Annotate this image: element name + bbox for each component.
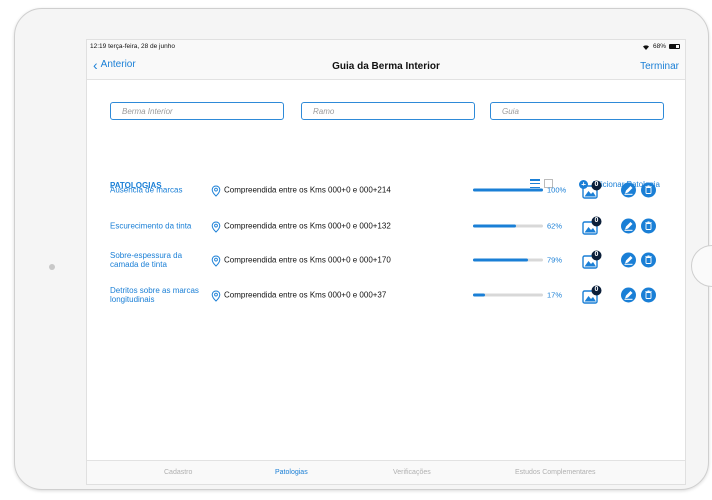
progress-percent: 100% <box>547 185 567 195</box>
location-pin-icon <box>211 220 221 233</box>
pathology-location: Compreendida entre os Kms 000+0 e 000+17… <box>224 255 391 265</box>
battery-percent: 68% <box>652 43 666 50</box>
progress-bar <box>473 293 543 297</box>
pathology-name[interactable]: Detritos sobre as marcas longitudinais <box>110 286 205 304</box>
home-button[interactable] <box>691 245 712 287</box>
delete-button[interactable] <box>641 218 656 234</box>
photo-gallery-icon[interactable]: 0 <box>582 250 602 270</box>
progress-fill <box>473 293 485 297</box>
pathology-row[interactable]: Sobre-espessura da camada de tinta Compre… <box>110 246 664 274</box>
progress-percent: 79% <box>547 255 563 265</box>
location-pin-icon <box>211 184 221 197</box>
photo-gallery-icon[interactable]: 0 <box>582 216 602 236</box>
filter-fields: Berma Interior Ramo Guia <box>110 102 664 120</box>
pathology-location: Compreendida entre os Kms 000+0 e 000+21… <box>224 185 391 195</box>
guia-field[interactable]: Guia <box>490 102 664 120</box>
trash-icon <box>641 221 656 238</box>
progress-fill <box>473 258 529 262</box>
progress-bar <box>473 188 543 192</box>
edit-button[interactable] <box>621 252 636 268</box>
edit-button[interactable] <box>621 218 636 234</box>
pencil-icon <box>621 185 636 202</box>
photo-count-badge: 0 <box>594 285 599 293</box>
page-title: Guia da Berma Interior <box>332 61 440 72</box>
delete-button[interactable] <box>641 182 656 198</box>
pathology-location: Compreendida entre os Kms 000+0 e 000+13… <box>224 221 391 231</box>
trash-icon <box>641 290 656 307</box>
edit-button[interactable] <box>621 287 636 303</box>
pathology-row[interactable]: Escurecimento da tinta Compreendida entre… <box>110 212 664 240</box>
status-time: 12:19 terça-feira, 28 de junho <box>90 43 175 50</box>
delete-button[interactable] <box>641 287 656 303</box>
progress-percent: 62% <box>547 221 563 231</box>
tab-verificacoes[interactable]: Verificações <box>393 469 431 476</box>
progress-bar <box>473 224 543 228</box>
trash-icon <box>641 185 656 202</box>
pencil-icon <box>621 290 636 307</box>
battery-icon <box>669 44 680 49</box>
status-bar: 12:19 terça-feira, 28 de junho 68% <box>87 40 685 54</box>
progress-bar <box>473 258 543 262</box>
status-right: 68% <box>642 43 680 50</box>
photo-gallery-icon[interactable]: 0 <box>582 285 602 305</box>
ramo-field[interactable]: Ramo <box>301 102 475 120</box>
pencil-icon <box>621 221 636 238</box>
front-camera <box>49 264 55 270</box>
app-screen: 12:19 terça-feira, 28 de junho 68% ‹ Ant… <box>86 39 686 485</box>
tab-estudos-complementares[interactable]: Estudos Complementares <box>515 469 596 476</box>
delete-button[interactable] <box>641 252 656 268</box>
progress-fill <box>473 188 543 192</box>
navigation-bar: ‹ Anterior Guia da Berma Interior Termin… <box>87 54 685 80</box>
progress-fill <box>473 224 517 228</box>
photo-count-badge: 0 <box>594 180 599 188</box>
pathology-row[interactable]: Detritos sobre as marcas longitudinais Co… <box>110 281 664 309</box>
tab-patologias[interactable]: Patologias <box>275 469 308 476</box>
tab-bar: Cadastro Patologias Verificações Estudos… <box>87 460 685 484</box>
location-pin-icon <box>211 254 221 267</box>
edit-button[interactable] <box>621 182 636 198</box>
photo-gallery-icon[interactable]: 0 <box>582 180 602 200</box>
done-button[interactable]: Terminar <box>640 61 679 72</box>
pathology-name[interactable]: Escurecimento da tinta <box>110 222 205 231</box>
photo-count-badge: 0 <box>594 250 599 258</box>
pencil-icon <box>621 255 636 272</box>
pathology-name[interactable]: Sobre-espessura da camada de tinta <box>110 251 205 269</box>
tablet-frame: 12:19 terça-feira, 28 de junho 68% ‹ Ant… <box>14 8 712 490</box>
location-pin-icon <box>211 289 221 302</box>
wifi-icon <box>642 44 649 50</box>
pathology-location: Compreendida entre os Kms 000+0 e 000+37 <box>224 290 387 300</box>
berma-field[interactable]: Berma Interior <box>110 102 284 120</box>
pathology-row[interactable]: Ausência de marcas Compreendida entre os … <box>110 176 664 204</box>
pathology-name[interactable]: Ausência de marcas <box>110 186 205 195</box>
progress-percent: 17% <box>547 290 563 300</box>
trash-icon <box>641 255 656 272</box>
photo-count-badge: 0 <box>594 216 599 224</box>
tab-cadastro[interactable]: Cadastro <box>164 469 192 476</box>
